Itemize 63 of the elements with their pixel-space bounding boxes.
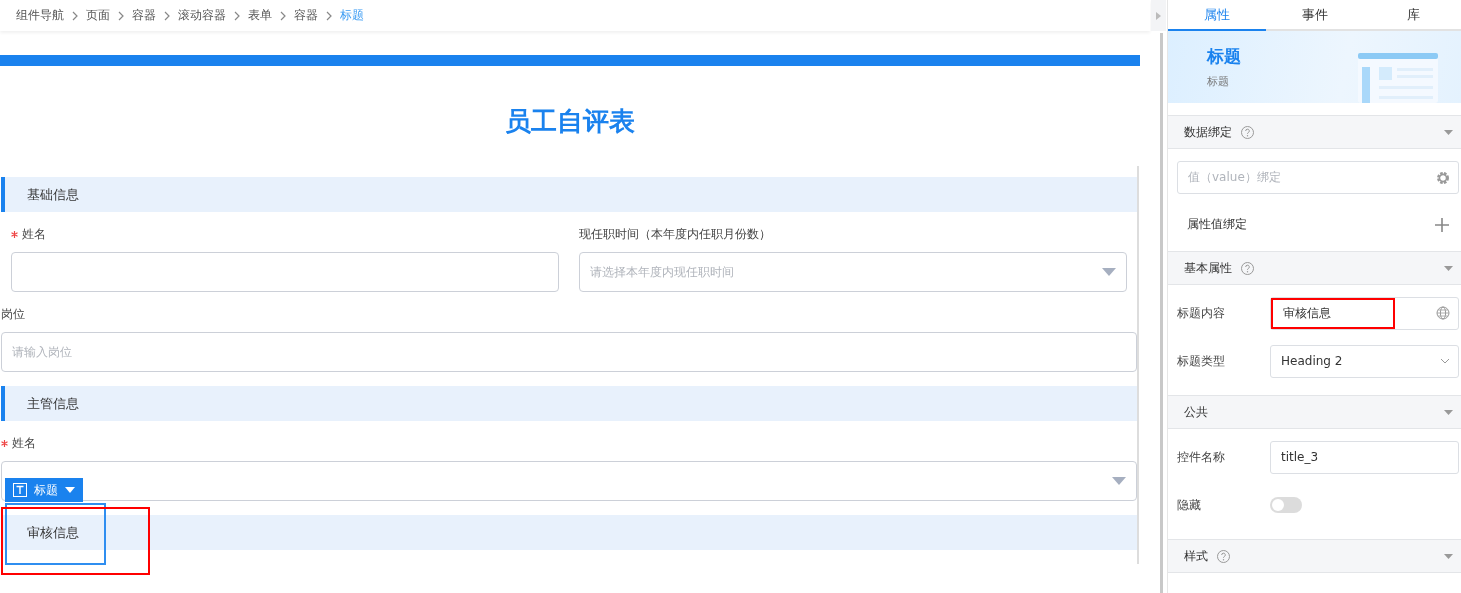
caret-icon	[1444, 409, 1453, 415]
toggle-switch[interactable]	[1270, 497, 1302, 513]
input-field[interactable]	[11, 252, 559, 292]
text-field[interactable]: 审核信息	[1270, 296, 1459, 330]
field-value: title_3	[1280, 448, 1320, 466]
help-icon[interactable]	[1241, 125, 1254, 139]
breadcrumb-link[interactable]: 表单	[248, 7, 272, 24]
breadcrumb-link[interactable]: 组件导航	[16, 7, 64, 24]
chevron-icon	[71, 10, 79, 21]
property-label: 隐藏	[1177, 496, 1202, 514]
group-title: 公共	[1184, 403, 1208, 421]
chevron-icon	[325, 10, 333, 21]
plus-icon[interactable]	[1435, 217, 1449, 232]
group-title: 数据绑定	[1184, 123, 1232, 141]
settings-icon[interactable]	[1436, 170, 1450, 185]
component-title: 标题	[1207, 45, 1242, 68]
group-header[interactable]: 基本属性	[1168, 251, 1461, 285]
component-tag[interactable]: 标题	[5, 478, 83, 502]
group-header[interactable]: 数据绑定	[1168, 115, 1461, 149]
field-label: 现任职时间（本年度内任职月份数）	[579, 226, 771, 243]
caret-icon	[1444, 129, 1453, 135]
tag-label: 标题	[34, 481, 58, 499]
select-field[interactable]: Heading 2	[1270, 344, 1459, 378]
form-title: 员工自评表	[504, 105, 636, 138]
field-label: 岗位	[1, 306, 25, 323]
property-label: 控件名称	[1177, 448, 1226, 466]
breadcrumb-link[interactable]: 容器	[294, 7, 318, 24]
section-header[interactable]: 主管信息	[1, 386, 1137, 421]
chevron-icon	[233, 10, 241, 21]
property-label: 属性值绑定	[1187, 216, 1247, 233]
dropdown-icon	[1102, 268, 1116, 276]
chevron-icon	[279, 10, 287, 21]
text-field[interactable]: title_3	[1270, 440, 1459, 474]
text-icon	[13, 483, 27, 497]
group-header[interactable]: 样式	[1168, 539, 1461, 573]
breadcrumb-link[interactable]: 容器	[132, 7, 156, 24]
breadcrumb-link[interactable]: 页面	[86, 7, 110, 24]
caret-icon	[1444, 265, 1453, 271]
component-subtitle: 标题	[1207, 74, 1230, 89]
property-label: 标题类型	[1177, 352, 1226, 370]
breadcrumb-link[interactable]: 滚动容器	[178, 7, 226, 24]
caret-icon	[1444, 553, 1453, 559]
chevron-icon	[163, 10, 171, 21]
chevron-down-icon	[1440, 358, 1450, 364]
field-label: 姓名	[12, 435, 36, 452]
input-field[interactable]: 请输入岗位	[1, 332, 1137, 372]
collapse-handle[interactable]	[1151, 0, 1166, 31]
section-header[interactable]: 审核信息	[1, 515, 1137, 550]
group-header[interactable]: 公共	[1168, 395, 1461, 429]
field-label: 姓名	[22, 226, 46, 243]
caret-icon	[65, 487, 75, 493]
field-value: 审核信息	[1271, 297, 1395, 329]
group-title: 基本属性	[1184, 259, 1232, 277]
property-label: 标题内容	[1177, 304, 1226, 322]
select-field[interactable]	[1, 461, 1137, 501]
dropdown-icon	[1112, 477, 1126, 485]
group-title: 样式	[1184, 547, 1208, 565]
section-header[interactable]: 基础信息	[1, 177, 1137, 212]
help-icon[interactable]	[1217, 549, 1230, 563]
scrollbar[interactable]	[1160, 33, 1163, 593]
help-icon[interactable]	[1241, 261, 1254, 275]
globe-icon[interactable]	[1436, 306, 1450, 320]
chevron-icon	[117, 10, 125, 21]
